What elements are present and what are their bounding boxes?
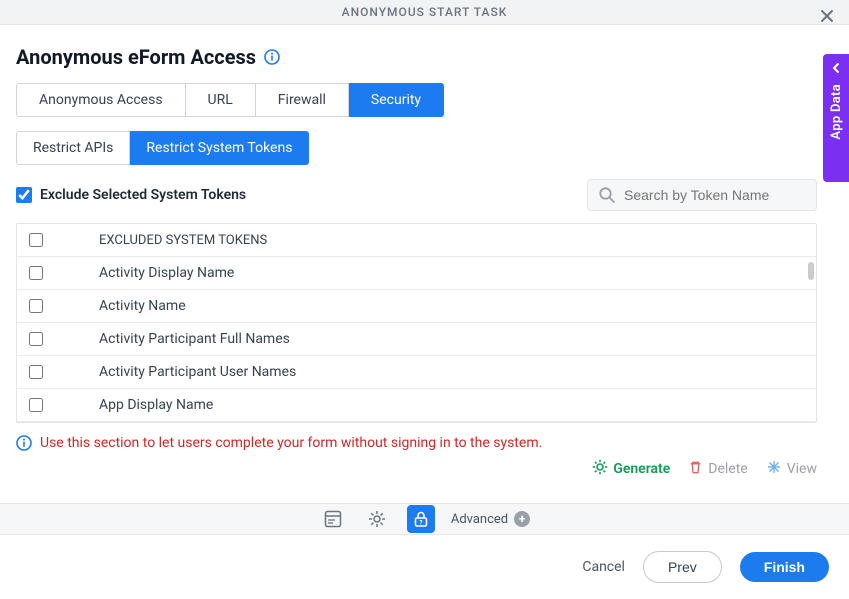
tab-firewall[interactable]: Firewall xyxy=(256,83,349,117)
exclude-checkbox-label[interactable]: Exclude Selected System Tokens xyxy=(16,187,246,203)
content-area: Anonymous eForm Access Anonymous Access … xyxy=(0,25,849,479)
gear-icon xyxy=(367,509,387,529)
form-icon-button[interactable] xyxy=(319,505,347,533)
delete-label: Delete xyxy=(708,461,747,477)
view-label: View xyxy=(787,461,817,477)
titlebar: ANONYMOUS START TASK xyxy=(0,0,849,25)
gear-icon xyxy=(592,459,608,479)
chevron-left-icon xyxy=(830,62,842,74)
token-name: App Display Name xyxy=(99,397,213,413)
generate-button[interactable]: Generate xyxy=(592,459,670,479)
table-row[interactable]: Activity Display Name xyxy=(17,257,816,290)
advanced-button[interactable]: Advanced + xyxy=(451,511,530,527)
generate-label: Generate xyxy=(613,461,670,477)
close-icon xyxy=(819,8,835,24)
advanced-label: Advanced xyxy=(451,512,508,527)
cancel-button[interactable]: Cancel xyxy=(582,559,625,575)
app-data-side-panel[interactable]: App Data xyxy=(823,54,849,182)
main-tabs: Anonymous Access URL Firewall Security xyxy=(16,83,833,117)
search-icon xyxy=(598,186,616,204)
filter-row: Exclude Selected System Tokens xyxy=(16,179,833,211)
table-header-label: EXCLUDED SYSTEM TOKENS xyxy=(99,233,267,248)
side-panel-label: App Data xyxy=(829,84,844,140)
row-checkbox[interactable] xyxy=(29,266,43,280)
token-name: Activity Participant User Names xyxy=(99,364,296,380)
tab-anonymous-access[interactable]: Anonymous Access xyxy=(16,83,186,117)
security-icon-button[interactable]: ? xyxy=(407,505,435,533)
table-row[interactable]: Activity Participant Full Names xyxy=(17,323,816,356)
footer: Cancel Prev Finish xyxy=(0,535,849,599)
table-header-row: EXCLUDED SYSTEM TOKENS xyxy=(17,224,816,257)
lock-icon: ? xyxy=(411,509,431,529)
form-icon xyxy=(323,509,343,529)
token-name: Activity Participant Full Names xyxy=(99,331,290,347)
page-title-row: Anonymous eForm Access xyxy=(16,45,833,69)
row-checkbox[interactable] xyxy=(29,332,43,346)
exclude-label-text: Exclude Selected System Tokens xyxy=(40,187,246,203)
tab-url[interactable]: URL xyxy=(186,83,256,117)
info-message-row: Use this section to let users complete y… xyxy=(16,435,833,451)
table-row[interactable]: Activity Name xyxy=(17,290,816,323)
scrollbar-thumb[interactable] xyxy=(808,262,814,280)
trash-icon xyxy=(688,460,703,479)
search-input[interactable] xyxy=(624,187,806,203)
titlebar-title: ANONYMOUS START TASK xyxy=(342,5,508,19)
search-box[interactable] xyxy=(587,179,817,211)
row-checkbox[interactable] xyxy=(29,299,43,313)
modal-root: ANONYMOUS START TASK Anonymous eForm Acc… xyxy=(0,0,849,599)
row-checkbox[interactable] xyxy=(29,365,43,379)
svg-text:?: ? xyxy=(419,520,422,527)
prev-button[interactable]: Prev xyxy=(643,551,722,583)
close-button[interactable] xyxy=(815,4,839,28)
plus-icon: + xyxy=(514,511,530,527)
select-all-checkbox[interactable] xyxy=(29,233,43,247)
delete-button[interactable]: Delete xyxy=(688,460,747,479)
tab-security[interactable]: Security xyxy=(349,83,444,117)
view-button[interactable]: View xyxy=(766,459,817,479)
table-row[interactable]: Activity Participant User Names xyxy=(17,356,816,389)
info-icon[interactable] xyxy=(264,49,280,65)
bottom-toolbar: ? Advanced + xyxy=(0,503,849,535)
sparkle-icon xyxy=(766,459,782,479)
info-icon xyxy=(16,435,32,451)
subtab-restrict-apis[interactable]: Restrict APIs xyxy=(16,131,130,165)
token-name: Activity Display Name xyxy=(99,265,234,281)
sub-tabs: Restrict APIs Restrict System Tokens xyxy=(16,131,833,165)
page-title: Anonymous eForm Access xyxy=(16,45,256,69)
actions-row: Generate Delete View xyxy=(16,451,833,479)
token-name: Activity Name xyxy=(99,298,186,314)
exclude-checkbox[interactable] xyxy=(16,187,32,203)
settings-icon-button[interactable] xyxy=(363,505,391,533)
info-message-text: Use this section to let users complete y… xyxy=(40,435,542,451)
token-table: EXCLUDED SYSTEM TOKENS Activity Display … xyxy=(16,223,817,423)
finish-button[interactable]: Finish xyxy=(740,552,829,582)
subtab-restrict-system-tokens[interactable]: Restrict System Tokens xyxy=(130,131,309,165)
row-checkbox[interactable] xyxy=(29,398,43,412)
table-row[interactable]: App Display Name xyxy=(17,389,816,422)
